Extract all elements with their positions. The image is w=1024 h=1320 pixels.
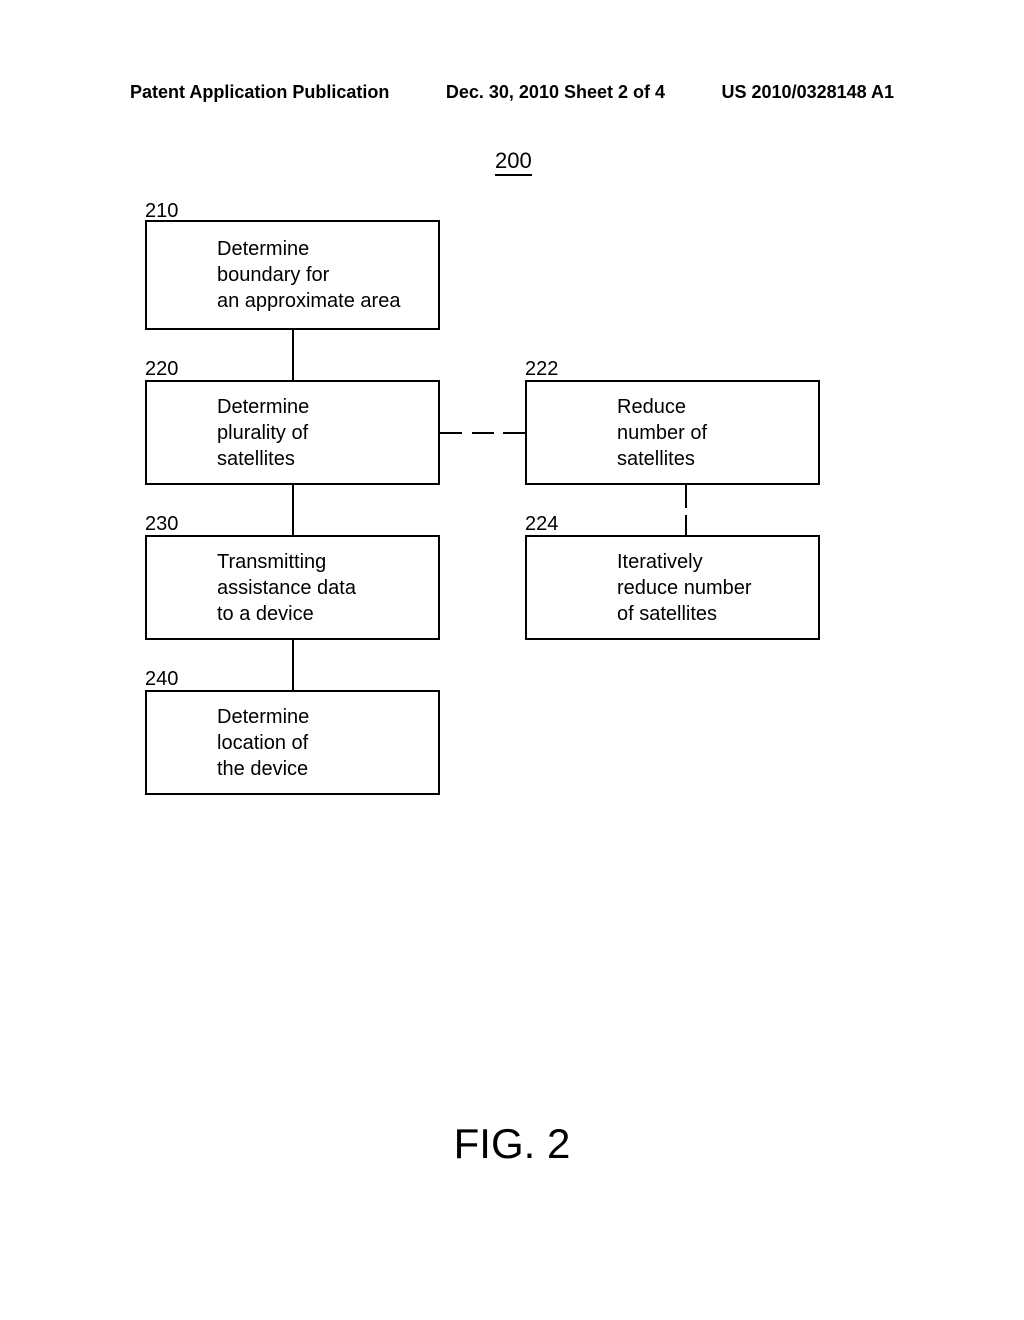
header-center: Dec. 30, 2010 Sheet 2 of 4 [446,82,665,103]
connector-230-240 [292,640,294,690]
figure-number: 200 [495,148,532,176]
box-230-text: Transmitting assistance data to a device [217,549,356,627]
box-224-text: Iteratively reduce number of satellites [617,549,752,627]
box-222: Reduce number of satellites [525,380,820,485]
box-222-text: Reduce number of satellites [617,394,707,472]
connector-210-220 [292,330,294,380]
connector-220-230 [292,485,294,535]
header-right: US 2010/0328148 A1 [722,82,894,103]
label-230: 230 [145,513,178,536]
connector-220-222 [440,432,525,434]
box-210-text: Determine boundary for an approximate ar… [217,236,400,314]
box-220-text: Determine plurality of satellites [217,394,309,472]
box-240: Determine location of the device [145,690,440,795]
flowchart-diagram: 210 Determine boundary for an approximat… [130,190,910,990]
box-220: Determine plurality of satellites [145,380,440,485]
box-230: Transmitting assistance data to a device [145,535,440,640]
box-240-text: Determine location of the device [217,704,309,782]
label-222: 222 [525,358,558,381]
label-240: 240 [145,668,178,691]
label-220: 220 [145,358,178,381]
label-224: 224 [525,513,558,536]
box-224: Iteratively reduce number of satellites [525,535,820,640]
box-210: Determine boundary for an approximate ar… [145,220,440,330]
figure-caption: FIG. 2 [0,1120,1024,1168]
header-left: Patent Application Publication [130,82,389,103]
page-header: Patent Application Publication Dec. 30, … [0,82,1024,103]
